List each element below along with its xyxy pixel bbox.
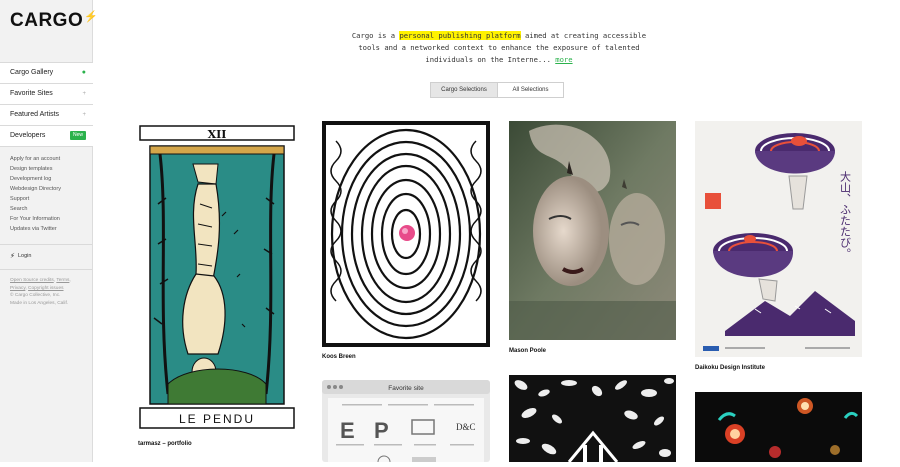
link-copyright[interactable]: Copyright issues (28, 286, 63, 291)
sidebar-item-cargo-gallery[interactable]: Cargo Gallery ● (0, 62, 93, 83)
login-button[interactable]: ⚡ Login (0, 244, 92, 270)
link-design-templates[interactable]: Design templates (10, 164, 61, 174)
daikoku-image: 大山、ふたたび。 (695, 121, 862, 357)
card-favorite-site[interactable]: Favorite site E P D&C (322, 380, 490, 467)
link-terms[interactable]: Terms (56, 278, 69, 283)
mason-poole-image (509, 121, 676, 340)
card-tarmasz[interactable]: XII LE PENDU (138, 124, 296, 432)
plus-icon: + (82, 112, 86, 118)
sidebar-item-label: Developers (10, 132, 46, 139)
link-fyi[interactable]: For Your Information (10, 214, 61, 224)
koos-breen-image (322, 121, 490, 347)
sidebar-item-featured-artists[interactable]: Featured Artists + (0, 104, 93, 125)
sidebar-item-favorite-sites[interactable]: Favorite Sites + (0, 83, 93, 104)
fav-letter-p: P (374, 418, 389, 443)
favorite-site-title: Favorite site (388, 385, 424, 392)
logo-text: CARGO (10, 10, 84, 31)
favorite-site-image: Favorite site E P D&C (322, 380, 490, 467)
link-webdesign-directory[interactable]: Webdesign Directory (10, 184, 61, 194)
sidebar-item-label: Favorite Sites (10, 90, 53, 97)
sidebar: CARGO⚡ Cargo Gallery ● Favorite Sites + … (0, 0, 98, 462)
fav-letter-dc: D&C (456, 422, 476, 432)
tab-cargo-selections[interactable]: Cargo Selections (431, 83, 498, 97)
sidebar-footer: Open Source credits, Terms, Privacy, Cop… (10, 277, 90, 307)
link-development-log[interactable]: Development log (10, 174, 61, 184)
sidebar-nav: Cargo Gallery ● Favorite Sites + Feature… (0, 62, 93, 147)
link-apply[interactable]: Apply for an account (10, 154, 61, 164)
card-caption[interactable]: Mason Poole (509, 348, 546, 354)
link-support[interactable]: Support (10, 194, 61, 204)
plus-icon: + (82, 91, 86, 97)
card-caption[interactable]: Daikoku Design Institute (695, 365, 765, 371)
card-pattern[interactable] (509, 375, 676, 463)
link-twitter[interactable]: Updates via Twitter (10, 224, 61, 234)
card-caption[interactable]: Koos Breen (322, 354, 356, 360)
intro-pre: Cargo is a (351, 31, 400, 40)
tarot-title: LE PENDU (179, 412, 255, 426)
selection-tabs: Cargo Selections All Selections (430, 82, 564, 98)
bolt-icon: ⚡ (10, 253, 15, 260)
login-label: Login (18, 253, 32, 259)
link-search[interactable]: Search (10, 204, 61, 214)
tab-all-selections[interactable]: All Selections (498, 83, 563, 97)
fav-letter-e: E (340, 418, 355, 443)
sidebar-links: Apply for an account Design templates De… (10, 154, 61, 234)
card-koos-breen[interactable] (322, 121, 490, 347)
sidebar-item-developers[interactable]: Developers New (0, 125, 93, 147)
copyright-text: © Cargo Collective, Inc. (10, 293, 61, 298)
daikoku-jp-title: 大山、ふたたび。 (839, 170, 852, 259)
pattern-image (509, 375, 676, 463)
more-link[interactable]: more (555, 55, 572, 64)
card-mason-poole[interactable] (509, 121, 676, 340)
made-in-text: Made in Los Angeles, Calif. (10, 300, 69, 306)
card-daikoku[interactable]: 大山、ふたたび。 (695, 121, 862, 357)
bolt-icon: ⚡ (84, 11, 99, 23)
tarot-numeral: XII (208, 128, 227, 141)
tarot-image: XII LE PENDU (138, 124, 296, 432)
link-open-source[interactable]: Open Source credits (10, 278, 54, 283)
link-privacy[interactable]: Privacy (10, 286, 25, 291)
card-caption[interactable]: tarmasz – portfolio (138, 441, 192, 447)
active-dot-icon: ● (81, 69, 86, 76)
intro-highlight: personal publishing platform (399, 31, 521, 40)
card-lights[interactable] (695, 392, 862, 462)
cargo-logo[interactable]: CARGO⚡ (10, 10, 98, 32)
sidebar-item-label: Cargo Gallery (10, 69, 54, 76)
intro-text: Cargo is a personal publishing platform … (348, 30, 650, 66)
lights-image (695, 392, 862, 462)
new-badge: New (69, 131, 86, 140)
sidebar-item-label: Featured Artists (10, 111, 60, 118)
